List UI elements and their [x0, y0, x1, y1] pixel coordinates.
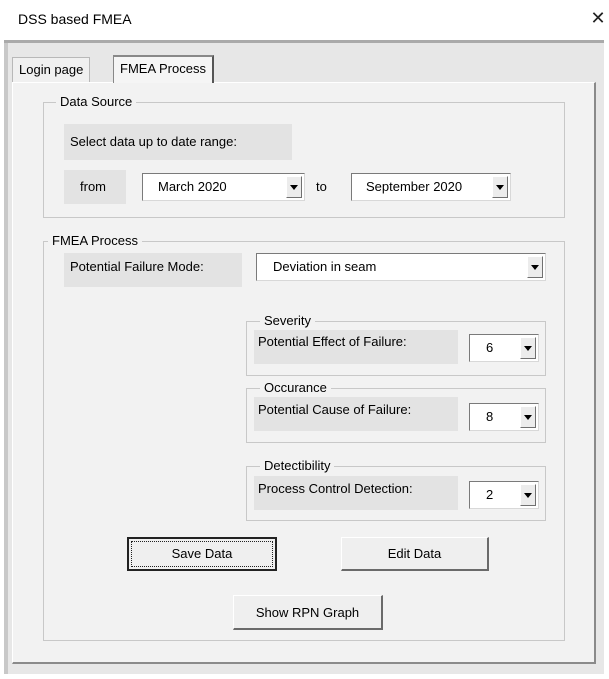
- detectability-select[interactable]: 2: [469, 481, 539, 509]
- severity-select[interactable]: 6: [469, 334, 539, 362]
- tab-login-page[interactable]: Login page: [12, 57, 91, 83]
- tab-fmea-process[interactable]: FMEA Process: [113, 55, 214, 83]
- from-date-value: March 2020: [158, 179, 227, 194]
- close-icon[interactable]: ✕: [588, 7, 608, 29]
- from-date-select[interactable]: March 2020: [142, 173, 305, 201]
- detectability-legend: Detectibility: [260, 458, 335, 474]
- chevron-down-icon[interactable]: [286, 176, 302, 198]
- chevron-down-icon[interactable]: [527, 256, 543, 278]
- failure-mode-value: Deviation in seam: [273, 259, 377, 274]
- to-date-select[interactable]: September 2020: [351, 173, 511, 201]
- occurrence-value: 8: [486, 409, 494, 424]
- edit-data-button[interactable]: Edit Data: [341, 537, 489, 571]
- chevron-down-icon[interactable]: [520, 484, 536, 506]
- tab-label: FMEA Process: [120, 61, 206, 76]
- detectability-value: 2: [486, 487, 494, 502]
- tab-label: Login page: [19, 62, 84, 77]
- occurrence-select[interactable]: 8: [469, 403, 539, 431]
- to-date-value: September 2020: [366, 179, 463, 194]
- occurrence-legend: Occurance: [260, 380, 331, 396]
- date-range-prompt: Select data up to date range:: [70, 134, 237, 149]
- severity-legend: Severity: [260, 313, 315, 329]
- to-label: to: [316, 179, 327, 194]
- fmea-process-legend: FMEA Process: [48, 233, 142, 249]
- frame-edge: [4, 43, 8, 674]
- data-source-legend: Data Source: [56, 94, 137, 110]
- from-label: from: [80, 179, 106, 194]
- cause-of-failure-label: Potential Cause of Failure:: [258, 402, 412, 417]
- chevron-down-icon[interactable]: [520, 406, 536, 428]
- failure-mode-label: Potential Failure Mode:: [70, 259, 204, 274]
- failure-mode-select[interactable]: Deviation in seam: [256, 253, 546, 281]
- save-data-button[interactable]: Save Data: [127, 537, 277, 571]
- chevron-down-icon[interactable]: [492, 176, 508, 198]
- chevron-down-icon[interactable]: [520, 337, 536, 359]
- process-control-label: Process Control Detection:: [258, 481, 413, 496]
- show-rpn-graph-button[interactable]: Show RPN Graph: [233, 595, 383, 630]
- window-title: DSS based FMEA: [18, 11, 132, 27]
- severity-value: 6: [486, 340, 494, 355]
- effect-of-failure-label: Potential Effect of Failure:: [258, 334, 407, 349]
